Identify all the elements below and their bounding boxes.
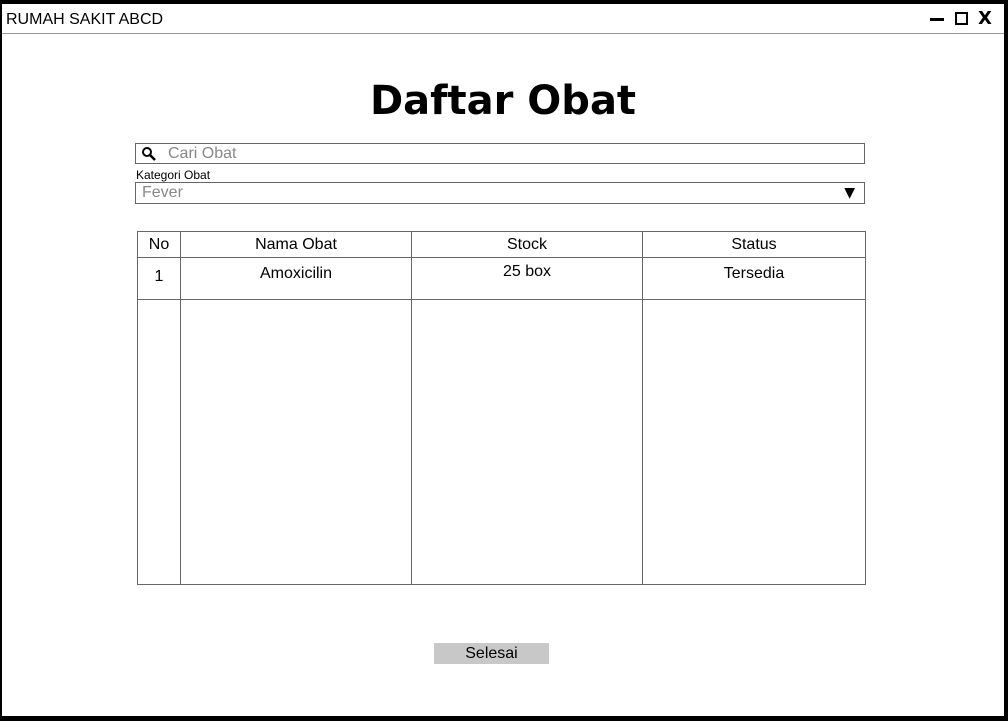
search-field[interactable] [135, 143, 865, 164]
category-label: Kategori Obat [136, 168, 211, 182]
table-header-row: No Nama Obat Stock Status [137, 231, 866, 258]
empty-cell [642, 299, 866, 585]
cell-nama-obat: Amoxicilin [180, 257, 412, 300]
cell-no: 1 [137, 257, 181, 300]
selesai-button[interactable]: Selesai [434, 643, 549, 664]
column-header-no: No [137, 231, 181, 258]
table-empty-area [137, 299, 866, 585]
maximize-button[interactable] [952, 9, 970, 29]
dropdown-arrow-icon: ▼ [844, 185, 855, 201]
app-window: RUMAH SAKIT ABCD X Daftar Obat Kategori … [2, 4, 1004, 716]
close-button[interactable]: X [976, 9, 994, 29]
page-title: Daftar Obat [369, 78, 637, 124]
cell-status: Tersedia [642, 257, 866, 300]
category-selected-value: Fever [142, 184, 183, 201]
cell-stock: 25 box [411, 257, 643, 300]
title-bar: RUMAH SAKIT ABCD X [2, 4, 1004, 34]
empty-cell [180, 299, 412, 585]
column-header-nama-obat: Nama Obat [180, 231, 412, 258]
medicine-table: No Nama Obat Stock Status 1 Amoxicilin 2… [137, 231, 866, 585]
search-icon [142, 147, 156, 161]
search-input[interactable] [168, 145, 848, 162]
empty-cell [411, 299, 643, 585]
column-header-stock: Stock [411, 231, 643, 258]
minimize-button[interactable] [928, 9, 946, 29]
category-dropdown[interactable]: Fever ▼ [135, 182, 865, 204]
table-row[interactable]: 1 Amoxicilin 25 box Tersedia [137, 257, 866, 300]
column-header-status: Status [642, 231, 866, 258]
window-title: RUMAH SAKIT ABCD [6, 11, 164, 28]
empty-cell [137, 299, 181, 585]
